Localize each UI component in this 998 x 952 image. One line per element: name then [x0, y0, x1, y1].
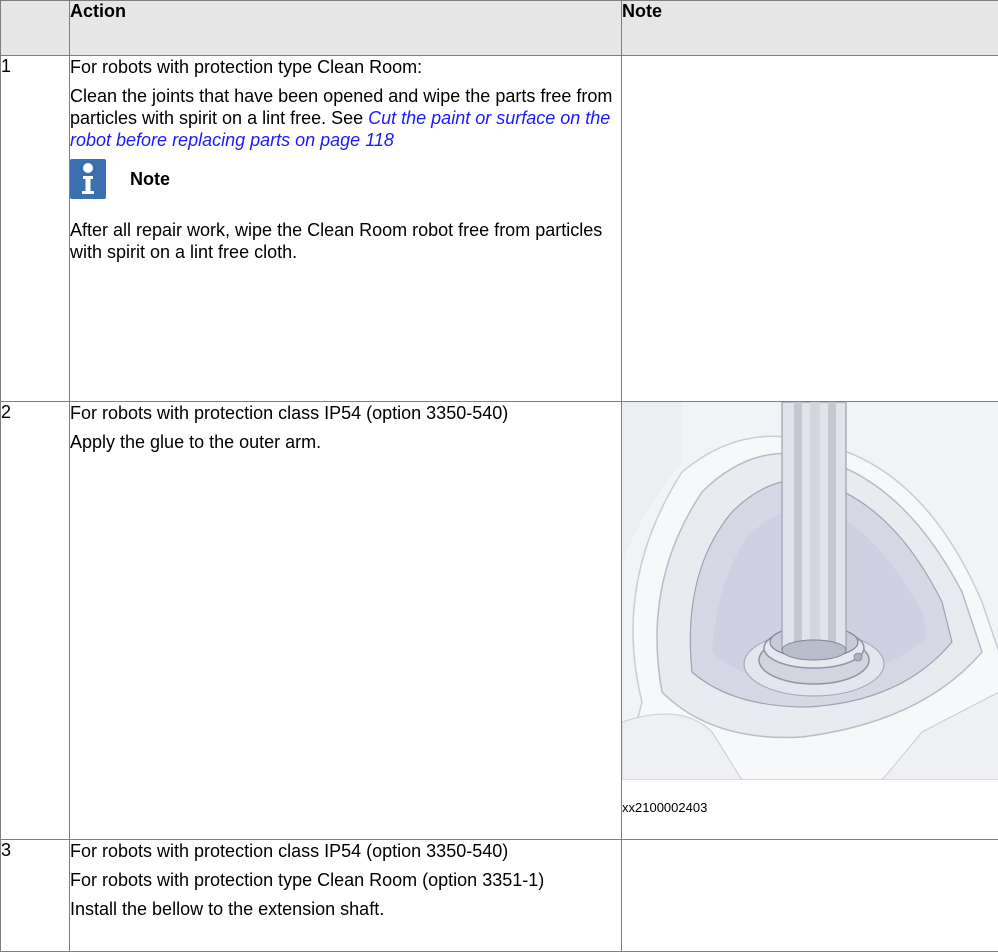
table-row: 2 For robots with protection class IP54 … — [1, 402, 998, 840]
figure-caption: xx2100002403 — [622, 780, 998, 815]
header-action: Action — [70, 1, 622, 56]
step-action: For robots with protection class IP54 (o… — [70, 402, 622, 840]
table-header-row: Action Note — [1, 1, 998, 56]
outer-arm-illustration — [622, 402, 998, 780]
note-callout: Note — [70, 159, 621, 199]
step-number: 2 — [1, 402, 70, 840]
step-note — [622, 840, 998, 952]
step-note — [622, 56, 998, 402]
step-text: For robots with protection class IP54 (o… — [70, 402, 621, 424]
step-text: For robots with protection class IP54 (o… — [70, 840, 621, 862]
step-number: 3 — [1, 840, 70, 952]
step-action: For robots with protection class IP54 (o… — [70, 840, 622, 952]
note-label: Note — [130, 168, 170, 190]
info-icon — [70, 159, 106, 199]
step-text: Install the bellow to the extension shaf… — [70, 898, 621, 920]
step-number: 1 — [1, 56, 70, 402]
table-row: 1 For robots with protection type Clean … — [1, 56, 998, 402]
header-note: Note — [622, 1, 998, 56]
step-text: Clean the joints that have been opened a… — [70, 85, 621, 151]
header-num — [1, 1, 70, 56]
table-row: 3 For robots with protection class IP54 … — [1, 840, 998, 952]
note-text: After all repair work, wipe the Clean Ro… — [70, 219, 621, 263]
step-action: For robots with protection type Clean Ro… — [70, 56, 622, 402]
step-note: xx2100002403 — [622, 402, 998, 840]
step-text: Apply the glue to the outer arm. — [70, 431, 621, 453]
steps-table: Action Note 1 For robots with protection… — [0, 0, 998, 952]
step-text: For robots with protection type Clean Ro… — [70, 56, 621, 78]
step-text: For robots with protection type Clean Ro… — [70, 869, 621, 891]
